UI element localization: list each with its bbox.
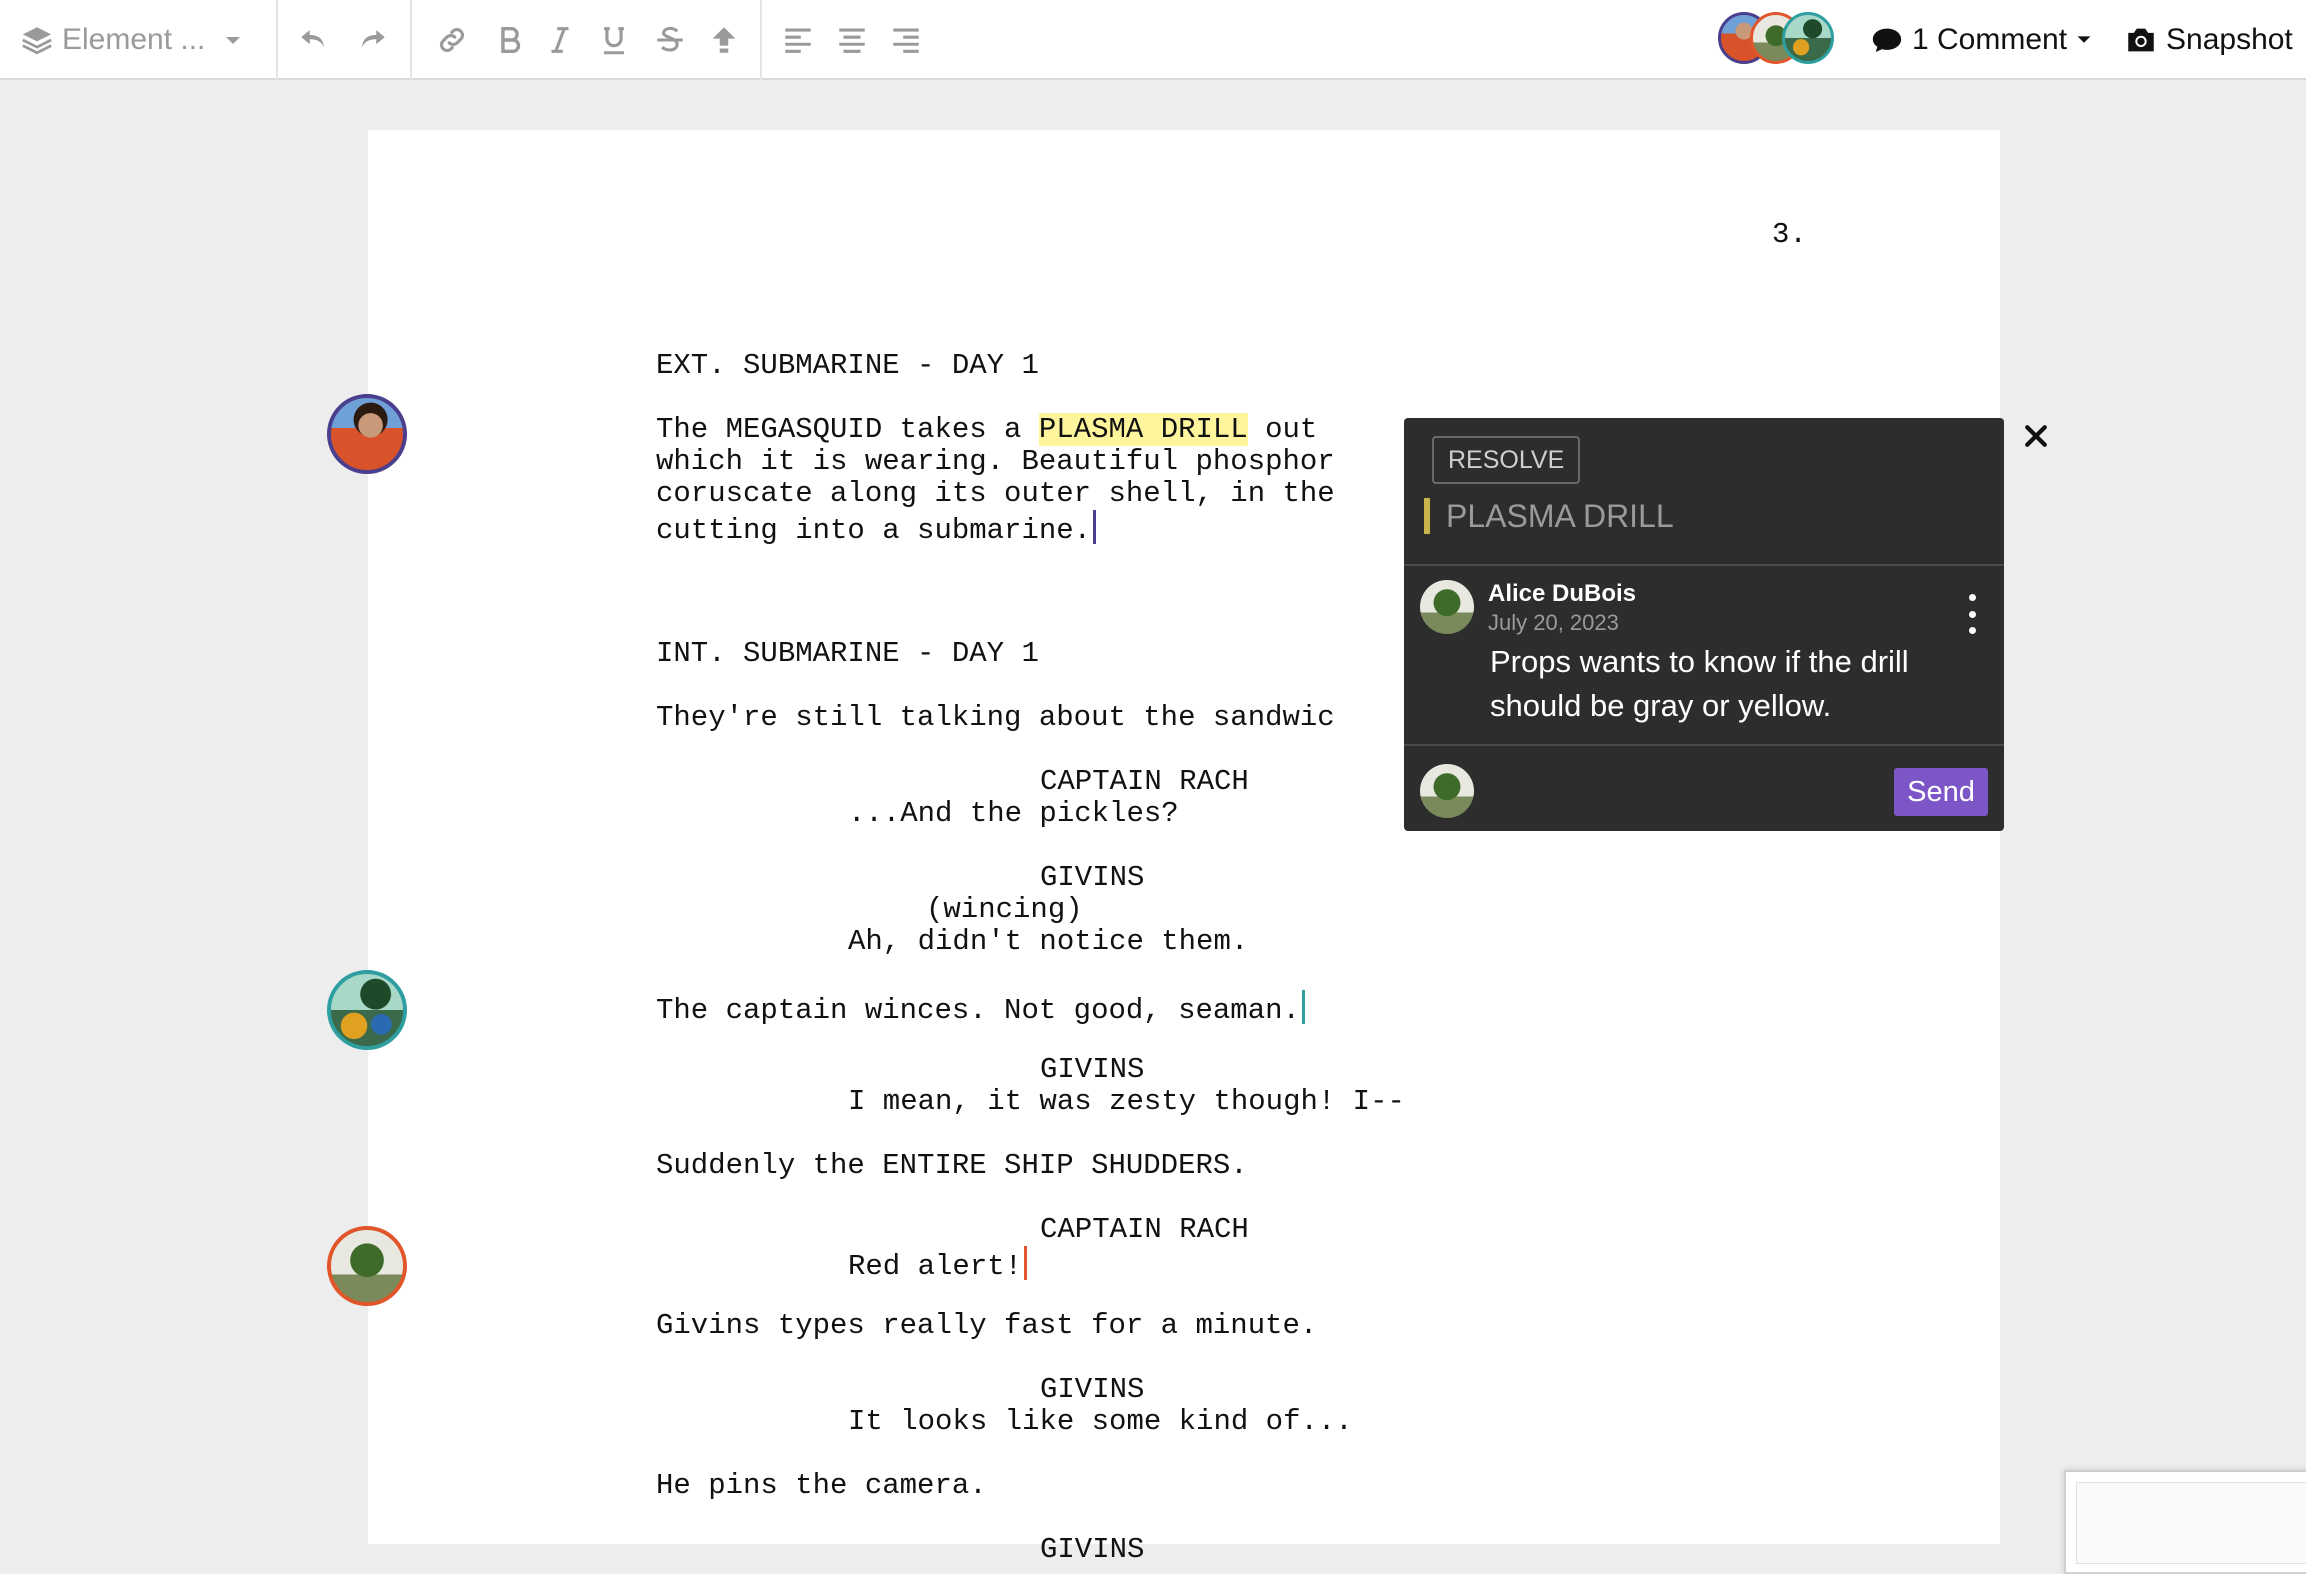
comment-popup: RESOLVE PLASMA DRILL Alice DuBois July 2… bbox=[1404, 418, 2004, 831]
character-name: GIVINS bbox=[1040, 1533, 1145, 1566]
action-text: The MEGASQUID takes a bbox=[656, 413, 1039, 446]
action-line: He pins the camera. bbox=[656, 1469, 987, 1502]
chevron-down-icon bbox=[2077, 36, 2091, 43]
link-icon bbox=[439, 27, 465, 53]
snapshot-label: Snapshot bbox=[2166, 23, 2293, 56]
link-button[interactable] bbox=[430, 18, 474, 62]
parenthetical: (wincing) bbox=[926, 893, 1083, 926]
avatar[interactable] bbox=[1782, 12, 1834, 64]
minimap-page bbox=[2076, 1482, 2306, 1564]
comment-date: July 20, 2023 bbox=[1488, 610, 1619, 635]
action-line: The MEGASQUID takes a PLASMA DRILL out bbox=[656, 413, 1318, 446]
strikethrough-icon bbox=[657, 26, 683, 52]
comments-label: 1 Comment bbox=[1912, 23, 2068, 56]
align-left-button[interactable] bbox=[776, 18, 820, 62]
upload-button[interactable] bbox=[702, 18, 746, 62]
dialogue-line: Ah, didn't notice them. bbox=[848, 925, 1249, 958]
upload-icon bbox=[712, 27, 736, 53]
strikethrough-button[interactable] bbox=[648, 18, 692, 62]
action-line: Suddenly the ENTIRE SHIP SHUDDERS. bbox=[656, 1149, 1248, 1182]
chevron-down-icon bbox=[226, 37, 241, 44]
close-button[interactable] bbox=[2018, 418, 2054, 454]
action-line: The captain winces. Not good, seaman. bbox=[656, 990, 1305, 1027]
avatar bbox=[1420, 580, 1474, 634]
character-name: GIVINS bbox=[1040, 861, 1145, 894]
action-text: The captain winces. Not good, seaman. bbox=[656, 994, 1300, 1027]
page-minimap[interactable] bbox=[2064, 1470, 2306, 1574]
snapshot-button[interactable]: Snapshot bbox=[2124, 16, 2293, 64]
action-line: which it is wearing. Beautiful phosphor bbox=[656, 445, 1335, 478]
element-type-select[interactable]: Element ... bbox=[20, 16, 253, 64]
dialogue-line: It looks like some kind of... bbox=[848, 1405, 1353, 1438]
align-center-button[interactable] bbox=[830, 18, 874, 62]
close-icon bbox=[2025, 425, 2047, 447]
bold-button[interactable] bbox=[488, 18, 532, 62]
italic-button[interactable] bbox=[538, 18, 582, 62]
highlighted-text[interactable]: PLASMA DRILL bbox=[1038, 413, 1248, 446]
comments-button[interactable]: 1 Comment bbox=[1870, 16, 2095, 64]
dialogue-line: ...And the pickles? bbox=[848, 797, 1179, 830]
toolbar-divider bbox=[760, 0, 762, 80]
italic-icon bbox=[551, 27, 569, 53]
avatar bbox=[1420, 764, 1474, 818]
undo-button[interactable] bbox=[292, 18, 336, 62]
reply-input[interactable] bbox=[1488, 764, 1878, 818]
action-line: coruscate along its outer shell, in the bbox=[656, 477, 1335, 510]
more-options-icon[interactable] bbox=[1962, 594, 1982, 634]
divider bbox=[1404, 744, 2004, 746]
element-type-label: Element ... bbox=[62, 23, 206, 56]
undo-icon bbox=[301, 30, 324, 48]
dialogue-line: Red alert! bbox=[848, 1246, 1028, 1283]
align-left-icon bbox=[785, 28, 811, 53]
action-text: out bbox=[1247, 413, 1318, 446]
layers-icon bbox=[22, 27, 52, 55]
dialogue-line: I mean, it was zesty though! I-- bbox=[848, 1085, 1405, 1118]
comment-author: Alice DuBois bbox=[1488, 580, 1637, 607]
redo-icon bbox=[362, 30, 385, 48]
toolbar: Element ... 1 Comment Snapshot bbox=[0, 0, 2306, 80]
camera-icon bbox=[2128, 28, 2154, 52]
send-button[interactable]: Send bbox=[1894, 768, 1988, 816]
collaborator-cursor bbox=[1093, 510, 1097, 544]
collaborator-avatar[interactable] bbox=[327, 394, 407, 474]
collaborator-avatar[interactable] bbox=[327, 970, 407, 1050]
collaborator-avatars bbox=[1718, 12, 1838, 70]
quoted-text: PLASMA DRILL bbox=[1446, 498, 1674, 534]
scene-heading: EXT. SUBMARINE - DAY 1 bbox=[656, 349, 1039, 382]
redo-button[interactable] bbox=[350, 18, 394, 62]
character-name: GIVINS bbox=[1040, 1373, 1145, 1406]
character-name: GIVINS bbox=[1040, 1053, 1145, 1086]
scene-heading: INT. SUBMARINE - DAY 1 bbox=[656, 637, 1039, 670]
action-text: cutting into a submarine. bbox=[656, 514, 1092, 547]
toolbar-divider bbox=[276, 0, 278, 80]
action-line: They're still talking about the sandwic bbox=[656, 701, 1335, 734]
toolbar-divider bbox=[410, 0, 412, 80]
resolve-button[interactable]: RESOLVE bbox=[1432, 436, 1581, 484]
action-line: Givins types really fast for a minute. bbox=[656, 1309, 1318, 1342]
divider bbox=[1404, 564, 2004, 566]
align-center-icon bbox=[839, 28, 865, 53]
character-name: CAPTAIN RACH bbox=[1040, 765, 1249, 798]
align-right-button[interactable] bbox=[884, 18, 928, 62]
collaborator-cursor bbox=[1024, 1246, 1028, 1280]
character-name: CAPTAIN RACH bbox=[1040, 1213, 1249, 1246]
collaborator-cursor bbox=[1301, 990, 1305, 1024]
collaborator-avatar[interactable] bbox=[327, 1226, 407, 1306]
underline-button[interactable] bbox=[592, 18, 636, 62]
underline-icon bbox=[604, 27, 624, 55]
bold-icon bbox=[501, 26, 521, 54]
page-number: 3. bbox=[1772, 218, 1807, 251]
action-line: cutting into a submarine. bbox=[656, 510, 1097, 547]
comment-body: Props wants to know if the drill should … bbox=[1490, 644, 1909, 723]
quote-marker bbox=[1424, 498, 1430, 534]
align-right-icon bbox=[893, 28, 919, 53]
comment-icon bbox=[1872, 28, 1902, 53]
dialogue-text: Red alert! bbox=[848, 1250, 1023, 1283]
